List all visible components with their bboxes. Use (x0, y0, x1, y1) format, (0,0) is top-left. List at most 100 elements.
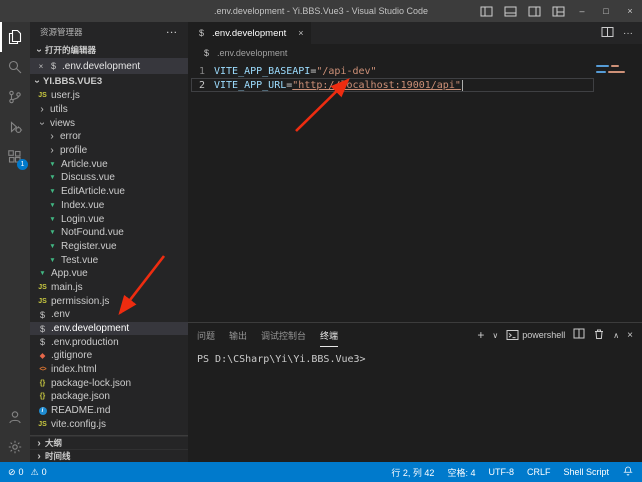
tree-item-views[interactable]: › views (30, 116, 188, 130)
tree-item-editarticle-vue[interactable]: ▼ EditArticle.vue (30, 185, 188, 199)
close-panel-icon[interactable]: × (627, 330, 633, 341)
tree-item-label: profile (60, 145, 87, 156)
env-file-icon: $ (47, 61, 60, 71)
close-tab-icon[interactable]: × (298, 28, 303, 38)
vue-icon: ▼ (46, 229, 59, 236)
maximize-button[interactable]: □ (594, 0, 618, 22)
tree-item-index-html[interactable]: <> index.html (30, 363, 188, 377)
minimize-button[interactable]: – (570, 0, 594, 22)
tree-item-discuss-vue[interactable]: ▼ Discuss.vue (30, 171, 188, 185)
tree-item-main-js[interactable]: JS main.js (30, 281, 188, 295)
breadcrumb[interactable]: $ .env.development (188, 44, 642, 61)
tree-item-readme-md[interactable]: i README.md (30, 404, 188, 418)
search-icon[interactable] (0, 52, 30, 82)
tree-item--env-production[interactable]: $ .env.production (30, 335, 188, 349)
explorer-icon[interactable] (0, 22, 30, 52)
split-terminal-icon[interactable] (573, 328, 585, 342)
tree-item-article-vue[interactable]: ▼ Article.vue (30, 157, 188, 171)
account-icon[interactable] (0, 402, 30, 432)
shell-name: powershell (522, 330, 565, 340)
toggle-sidebar-icon[interactable] (474, 0, 498, 22)
code-token: VITE_APP_BASEAPI (214, 66, 310, 77)
code-editor[interactable]: 1 VITE_APP_BASEAPI = "/api-dev" 2 VITE_A… (188, 61, 642, 92)
chevron-right-icon: › (33, 438, 45, 449)
new-terminal-icon[interactable]: + (477, 328, 484, 342)
open-editor-item-env-development[interactable]: × $ .env.development (30, 58, 188, 74)
tree-item--env[interactable]: $ .env (30, 308, 188, 322)
kill-terminal-trash-icon[interactable] (593, 328, 605, 343)
cursor-position-status[interactable]: 行 2, 列 42 (391, 466, 434, 479)
tree-item-test-vue[interactable]: ▼ Test.vue (30, 253, 188, 267)
open-editor-label: .env.development (62, 61, 140, 72)
run-debug-icon[interactable] (0, 112, 30, 142)
source-control-icon[interactable] (0, 82, 30, 112)
tab-debug-console[interactable]: 调试控制台 (261, 323, 306, 347)
tree-item-label: NotFound.vue (61, 227, 124, 238)
tree-item-label: .env.production (51, 337, 119, 348)
tree-item--env-development[interactable]: $ .env.development (30, 322, 188, 336)
tree-item-label: error (60, 131, 81, 142)
sidebar-title-row: 资源管理器 ··· (30, 22, 188, 42)
tab-terminal[interactable]: 终端 (320, 323, 338, 347)
close-editor-icon[interactable]: × (35, 62, 47, 71)
tab-output[interactable]: 输出 (229, 323, 247, 347)
line-number: 1 (188, 66, 214, 77)
problems-status[interactable]: ⊘ 0 ⚠ 0 (8, 467, 47, 478)
customize-layout-icon[interactable] (546, 0, 570, 22)
tree-item-user-js[interactable]: JS user.js (30, 89, 188, 103)
editor-more-actions-icon[interactable]: ··· (623, 28, 633, 39)
notifications-bell-icon[interactable] (622, 465, 634, 480)
breadcrumb-item[interactable]: .env.development (217, 48, 287, 58)
tree-item-vite-config-js[interactable]: JS vite.config.js (30, 418, 188, 432)
eol-status[interactable]: CRLF (527, 467, 551, 477)
tree-item-register-vue[interactable]: ▼ Register.vue (30, 240, 188, 254)
open-editors-header[interactable]: › 打开的编辑器 (30, 42, 188, 58)
json-icon: {} (36, 380, 49, 387)
tree-item-utils[interactable]: › utils (30, 103, 188, 117)
tree-item--gitignore[interactable]: ◆ .gitignore (30, 349, 188, 363)
toggle-secondary-sidebar-icon[interactable] (522, 0, 546, 22)
env-file-icon: $ (200, 48, 213, 58)
sidebar-bottom-sections: › 大纲 › 时间线 (30, 435, 188, 462)
close-button[interactable]: × (618, 0, 642, 22)
tree-item-profile[interactable]: › profile (30, 144, 188, 158)
tab-env-development[interactable]: $ .env.development × (188, 22, 311, 44)
json-icon: {} (36, 393, 49, 400)
extensions-icon[interactable]: 1 (0, 142, 30, 172)
tree-item-app-vue[interactable]: ▼ App.vue (30, 267, 188, 281)
terminal-shell-selector[interactable]: powershell (506, 329, 565, 341)
terminal-output[interactable]: PS D:\CSharp\Yi\Yi.BBS.Vue3> (188, 347, 642, 372)
tree-item-index-vue[interactable]: ▼ Index.vue (30, 199, 188, 213)
maximize-panel-icon[interactable]: ∧ (613, 331, 619, 340)
launch-profile-chevron-icon[interactable]: ∨ (492, 331, 498, 340)
tree-item-error[interactable]: › error (30, 130, 188, 144)
tree-item-notfound-vue[interactable]: ▼ NotFound.vue (30, 226, 188, 240)
tree-item-label: index.html (51, 364, 97, 375)
project-root-folder[interactable]: › YI.BBS.VUE3 (30, 74, 188, 89)
tab-bar: $ .env.development × ··· (188, 22, 642, 44)
tree-item-login-vue[interactable]: ▼ Login.vue (30, 212, 188, 226)
encoding-status[interactable]: UTF-8 (488, 467, 514, 477)
warning-count: 0 (42, 467, 47, 477)
split-editor-icon[interactable] (601, 26, 614, 41)
code-token-url: "http://localhost:19001/api" (292, 80, 461, 91)
tree-item-package-json[interactable]: {} package.json (30, 390, 188, 404)
settings-gear-icon[interactable] (0, 432, 30, 462)
tree-item-label: Register.vue (61, 241, 117, 252)
minimap[interactable] (594, 63, 640, 77)
sidebar-title: 资源管理器 (40, 26, 83, 38)
status-bar: ⊘ 0 ⚠ 0 行 2, 列 42 空格: 4 UTF-8 CRLF Shell… (0, 462, 642, 482)
tab-problems[interactable]: 问题 (197, 323, 215, 347)
outline-section[interactable]: › 大纲 (30, 436, 188, 449)
toggle-panel-icon[interactable] (498, 0, 522, 22)
sidebar-more-actions-icon[interactable]: ··· (167, 27, 179, 37)
tree-item-label: views (50, 118, 75, 129)
project-name: YI.BBS.VUE3 (43, 76, 102, 87)
indentation-status[interactable]: 空格: 4 (447, 466, 475, 479)
tree-item-package-lock-json[interactable]: {} package-lock.json (30, 376, 188, 390)
tree-item-permission-js[interactable]: JS permission.js (30, 294, 188, 308)
file-tree: JS user.js › utils › views › error › pro… (30, 89, 188, 431)
language-mode-status[interactable]: Shell Script (563, 467, 609, 477)
vue-icon: ▼ (36, 270, 49, 277)
timeline-section[interactable]: › 时间线 (30, 449, 188, 462)
